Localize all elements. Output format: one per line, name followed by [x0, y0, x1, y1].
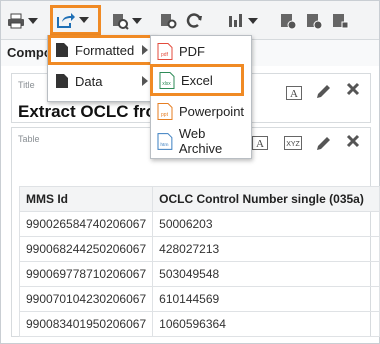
refresh-button[interactable] [185, 9, 203, 33]
pdf-file-icon: pdf [157, 42, 173, 60]
svg-text:htm: htm [160, 141, 168, 147]
table-cell: 1060596364 [152, 311, 380, 337]
document-icon [56, 74, 68, 88]
report-properties-icon [161, 14, 177, 29]
chevron-down-icon [132, 18, 142, 24]
export-button[interactable] [50, 5, 101, 35]
svg-text:pdf: pdf [161, 52, 169, 58]
svg-text:A: A [256, 138, 264, 150]
table-row: 990070104230206067 610144569 [18, 286, 380, 312]
close-icon[interactable] [346, 82, 360, 96]
table-cell: 990070104230206067 [18, 286, 154, 312]
xyz-format-icon[interactable]: XYZ [284, 136, 302, 150]
excel-file-icon: xlsx [159, 71, 175, 89]
menu-item-data[interactable]: Data [51, 68, 153, 94]
parameters-icon [307, 14, 323, 30]
preview-icon [113, 14, 129, 30]
menu-item-pdf[interactable]: pdf PDF [151, 38, 251, 64]
chart-button[interactable] [227, 9, 258, 33]
table-header-row: MMS Id OCLC Control Number single (035a) [18, 186, 380, 212]
menu-item-label: Powerpoint [179, 103, 245, 119]
export-icon [57, 13, 75, 28]
data-format-button[interactable] [279, 9, 297, 33]
menu-item-label: Data [75, 73, 103, 89]
powerpoint-file-icon: ppt [157, 102, 173, 120]
table-row: 990069778710206067 503049548 [18, 261, 380, 287]
document-icon [56, 43, 68, 57]
table-cell: 428027213 [152, 236, 380, 262]
text-format-icon[interactable]: A [252, 136, 268, 150]
pencil-icon[interactable] [315, 134, 331, 152]
table-row: 990026584740206067 50006203 [18, 211, 380, 237]
panel-label: Table [18, 134, 40, 144]
table-cell: 503049548 [152, 261, 380, 287]
column-header: MMS Id [18, 186, 154, 212]
format-submenu: pdf PDF xlsx Excel ppt Powerpoint htm We… [150, 35, 252, 159]
chevron-down-icon [79, 17, 89, 23]
svg-text:xlsx: xlsx [162, 81, 171, 87]
menu-item-label: Excel [181, 72, 213, 88]
edit-button[interactable] [331, 9, 349, 33]
svg-text:A: A [290, 88, 298, 100]
table-row: 990083401950206067 1060596364 [18, 311, 380, 337]
table-cell: 50006203 [152, 211, 380, 237]
data-table: MMS Id OCLC Control Number single (035a)… [18, 186, 380, 337]
chevron-right-icon [142, 45, 148, 55]
chevron-right-icon [142, 76, 148, 86]
close-icon[interactable] [346, 134, 360, 148]
menu-item-label: Formatted [75, 42, 135, 58]
table-cell: 990026584740206067 [18, 211, 154, 237]
chart-icon [229, 14, 242, 27]
parameters-button[interactable] [305, 9, 323, 33]
svg-text:XYZ: XYZ [286, 141, 300, 148]
table-cell: 610144569 [152, 286, 380, 312]
menu-item-label: PDF [179, 43, 205, 59]
properties-button[interactable] [159, 9, 177, 33]
table-row: 990068244250206067 428027213 [18, 236, 380, 262]
refresh-icon [186, 13, 202, 28]
menu-item-excel[interactable]: xlsx Excel [150, 64, 244, 96]
svg-text:ppt: ppt [161, 112, 169, 118]
chevron-down-icon [28, 18, 38, 24]
chevron-down-icon [248, 18, 258, 24]
web-archive-file-icon: htm [157, 132, 173, 150]
table-cell: 990068244250206067 [18, 236, 154, 262]
column-header: OCLC Control Number single (035a) [152, 186, 380, 212]
export-menu: Formatted Data [47, 35, 157, 102]
preview-button[interactable] [111, 9, 142, 33]
subbar-label: Compo [7, 45, 52, 60]
page-title: Extract OCLC fror [18, 102, 163, 121]
menu-item-powerpoint[interactable]: ppt Powerpoint [151, 98, 251, 124]
panel-label: Title [18, 80, 35, 90]
print-button[interactable] [7, 9, 38, 33]
menu-item-label: Web Archive [178, 126, 223, 156]
pencil-icon[interactable] [315, 82, 331, 100]
menu-item-formatted[interactable]: Formatted [48, 35, 156, 65]
table-cell: 990083401950206067 [18, 311, 154, 337]
edit-icon [333, 14, 349, 29]
menu-item-web-archive[interactable]: htm Web Archive [151, 126, 251, 156]
printer-icon [8, 13, 24, 29]
text-format-icon[interactable]: A [286, 86, 302, 100]
data-format-icon [281, 14, 297, 30]
table-cell: 990069778710206067 [18, 261, 154, 287]
